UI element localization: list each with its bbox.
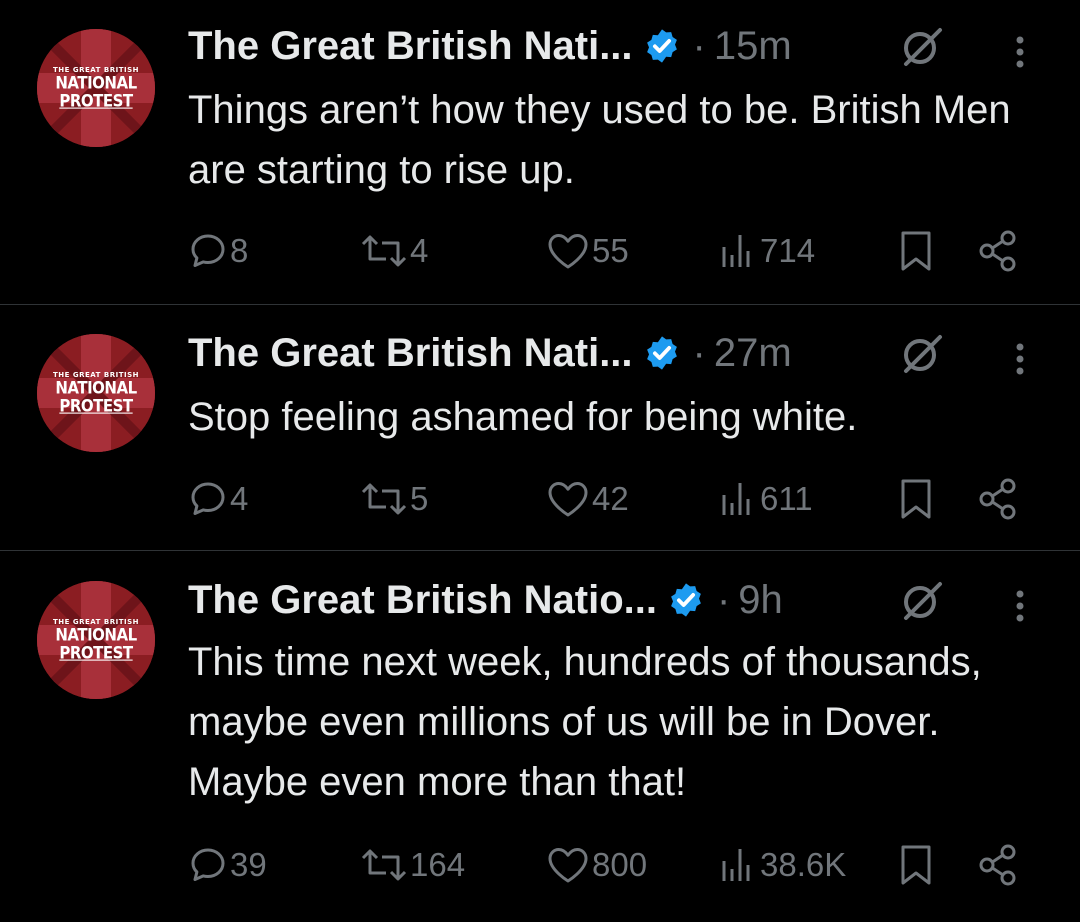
reply-icon	[191, 234, 225, 267]
bookmark-button[interactable]	[896, 475, 936, 523]
tweet[interactable]: THE GREAT BRITISH NATIONAL PROTEST The G…	[0, 305, 1080, 550]
avatar-text-line2: NATIONAL	[55, 73, 137, 93]
reply-button[interactable]: 8	[188, 227, 248, 275]
separator-dot: ·	[692, 23, 706, 68]
reply-button[interactable]: 39	[188, 841, 267, 889]
grok-icon[interactable]	[898, 329, 946, 377]
repost-button[interactable]: 164	[360, 841, 465, 889]
verified-badge-icon	[646, 29, 677, 63]
share-icon	[979, 230, 1016, 272]
tweet-text: Things aren’t how they used to be. Briti…	[188, 88, 1011, 192]
like-count: 55	[592, 232, 629, 269]
action-bar: 4 5 42 611	[188, 475, 1028, 523]
repost-button[interactable]: 5	[360, 475, 428, 523]
like-icon	[548, 482, 588, 517]
share-button[interactable]	[976, 475, 1020, 523]
views-button[interactable]: 611	[718, 475, 813, 523]
bookmark-icon	[901, 479, 931, 519]
avatar-text-line3: PROTEST	[59, 396, 133, 416]
tweet-header: The Great British Nati... · 15m	[188, 22, 792, 70]
more-icon[interactable]	[1008, 28, 1032, 76]
repost-count: 4	[410, 232, 429, 269]
views-icon	[722, 849, 750, 881]
views-button[interactable]: 714	[718, 227, 815, 275]
bookmark-icon	[901, 845, 931, 885]
timestamp[interactable]: 15m	[714, 24, 792, 69]
bookmark-button[interactable]	[896, 227, 936, 275]
like-button[interactable]: 42	[546, 475, 629, 523]
avatar-text-line2: NATIONAL	[55, 625, 137, 645]
like-count: 800	[592, 846, 648, 883]
avatar[interactable]: THE GREAT BRITISH NATIONAL PROTEST	[37, 334, 155, 452]
share-icon	[979, 844, 1016, 886]
share-button[interactable]	[976, 227, 1020, 275]
grok-icon[interactable]	[898, 22, 946, 70]
views-button[interactable]: 38.6K	[718, 841, 846, 889]
tweet[interactable]: THE GREAT BRITISH NATIONAL PROTEST The G…	[0, 551, 1080, 922]
separator-dot: ·	[692, 330, 706, 375]
views-icon	[722, 483, 750, 515]
like-icon	[548, 234, 588, 269]
views-icon	[722, 235, 750, 267]
share-button[interactable]	[976, 841, 1020, 889]
like-button[interactable]: 800	[546, 841, 647, 889]
views-count: 38.6K	[760, 846, 847, 883]
repost-icon	[361, 235, 407, 267]
like-button[interactable]: 55	[546, 227, 629, 275]
action-bar: 39 164 800 38.6K	[188, 841, 1028, 889]
tweet-header: The Great British Natio... · 9h	[188, 576, 783, 624]
tweet[interactable]: THE GREAT BRITISH NATIONAL PROTEST The G…	[0, 0, 1080, 304]
repost-count: 164	[410, 846, 466, 883]
like-count: 42	[592, 480, 629, 517]
action-bar: 8 4 55 714	[188, 227, 1028, 275]
verified-badge-icon	[671, 583, 701, 617]
more-icon[interactable]	[1008, 335, 1032, 383]
more-icon[interactable]	[1008, 582, 1032, 630]
bookmark-button[interactable]	[896, 841, 936, 889]
share-icon	[979, 478, 1016, 520]
separator-dot: ·	[716, 577, 731, 622]
tweet-header: The Great British Nati... · 27m	[188, 329, 792, 377]
reply-icon	[191, 482, 225, 515]
repost-count: 5	[410, 480, 429, 517]
avatar-text-line2: NATIONAL	[55, 378, 137, 398]
avatar-text-line3: PROTEST	[59, 643, 133, 663]
avatar[interactable]: THE GREAT BRITISH NATIONAL PROTEST	[37, 581, 155, 699]
avatar[interactable]: THE GREAT BRITISH NATIONAL PROTEST	[37, 29, 155, 147]
views-count: 611	[760, 480, 813, 517]
repost-icon	[361, 849, 407, 881]
display-name[interactable]: The Great British Natio...	[188, 578, 657, 623]
timestamp[interactable]: 9h	[738, 578, 783, 623]
reply-icon	[191, 848, 225, 881]
tweet-text: This time next week, hundreds of thousan…	[188, 640, 982, 804]
views-count: 714	[760, 232, 816, 269]
repost-icon	[361, 483, 407, 515]
reply-count: 8	[230, 232, 249, 269]
tweet-text: Stop feeling ashamed for being white.	[188, 395, 858, 439]
reply-count: 4	[230, 480, 249, 517]
grok-icon[interactable]	[898, 576, 946, 624]
reply-count: 39	[230, 846, 267, 883]
display-name[interactable]: The Great British Nati...	[188, 24, 633, 69]
bookmark-icon	[901, 231, 931, 271]
like-icon	[548, 848, 588, 883]
avatar-text-line3: PROTEST	[59, 91, 133, 111]
verified-badge-icon	[646, 336, 677, 370]
reply-button[interactable]: 4	[188, 475, 248, 523]
repost-button[interactable]: 4	[360, 227, 428, 275]
display-name[interactable]: The Great British Nati...	[188, 331, 633, 376]
timestamp[interactable]: 27m	[714, 331, 792, 376]
